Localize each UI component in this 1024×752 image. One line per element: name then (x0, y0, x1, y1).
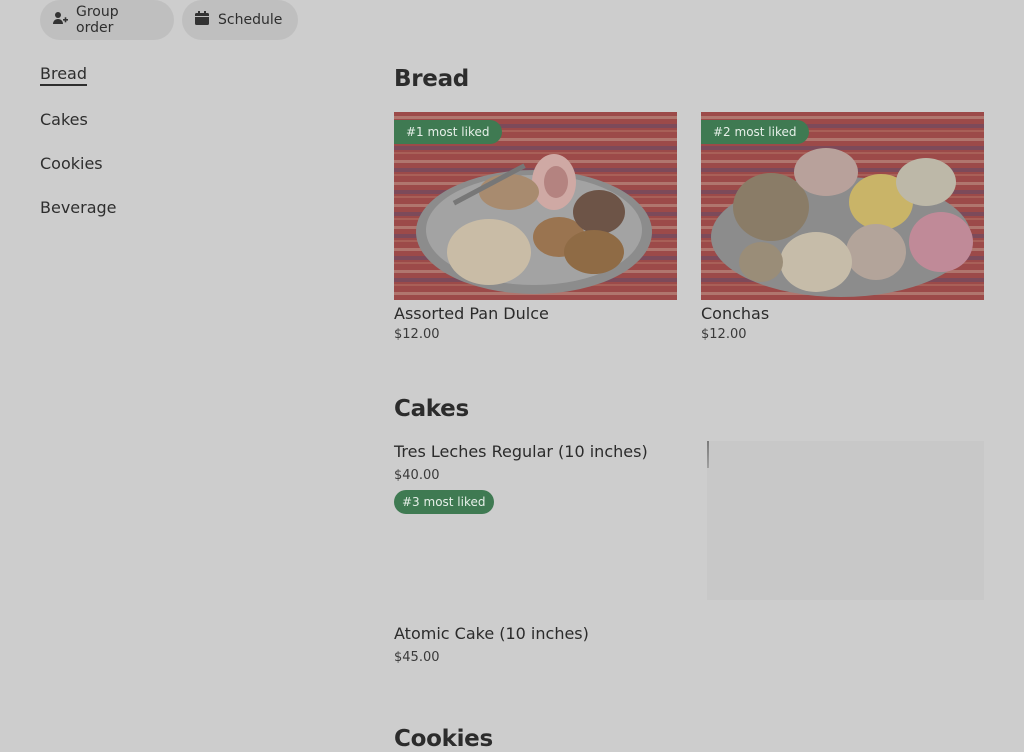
image-loading-marker (707, 441, 709, 468)
menu-item-price: $45.00 (394, 650, 440, 665)
schedule-button[interactable]: Schedule (182, 0, 298, 40)
sidebar-item-beverage[interactable]: Beverage (40, 198, 117, 217)
menu-item-image: #2 most liked (701, 112, 984, 300)
menu-item-price: $12.00 (394, 327, 440, 342)
group-order-button[interactable]: Group order (40, 0, 174, 40)
menu-item-name: Atomic Cake (10 inches) (394, 624, 589, 643)
menu-item-image: #1 most liked (394, 112, 677, 300)
group-order-label: Group order (76, 4, 119, 36)
menu-item-name: Assorted Pan Dulce (394, 304, 549, 323)
menu-item-image-placeholder (707, 441, 984, 600)
calendar-icon (194, 10, 210, 30)
section-title-cakes: Cakes (394, 396, 469, 422)
add-person-icon (52, 10, 68, 30)
section-title-cookies: Cookies (394, 726, 493, 752)
menu-item-name: Tres Leches Regular (10 inches) (394, 442, 648, 461)
popularity-badge: #1 most liked (394, 120, 502, 144)
menu-item-price: $12.00 (701, 327, 747, 342)
menu-page: Group order Schedule Bread Cakes Cookies… (0, 0, 1024, 752)
menu-item-name: Conchas (701, 304, 770, 323)
sidebar-item-cookies[interactable]: Cookies (40, 154, 103, 173)
menu-item-price: $40.00 (394, 468, 440, 483)
menu-item-card[interactable]: #1 most liked Assorted Pan Dulce $12.00 (394, 112, 677, 342)
schedule-label: Schedule (218, 12, 283, 28)
menu-item-card[interactable]: #2 most liked Conchas $12.00 (701, 112, 984, 342)
sidebar-item-cakes[interactable]: Cakes (40, 110, 88, 129)
section-title-bread: Bread (394, 66, 469, 92)
popularity-badge: #3 most liked (394, 490, 494, 514)
popularity-badge: #2 most liked (701, 120, 809, 144)
sidebar-item-bread[interactable]: Bread (40, 64, 88, 86)
